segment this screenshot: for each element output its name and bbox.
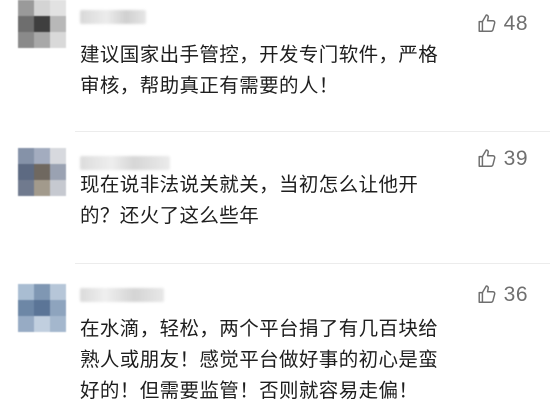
- like-count: 39: [503, 146, 528, 170]
- thumbs-up-icon: [476, 283, 498, 305]
- nickname-blurred[interactable]: [80, 10, 146, 24]
- like-button[interactable]: 39: [476, 144, 528, 172]
- avatar[interactable]: [18, 284, 66, 332]
- comment-item: 39 现在说非法说关就关，当初怎么让他开 的？还火了这么些年: [0, 132, 550, 262]
- comment-text: 在水滴，轻松，两个平台捐了有几百块给 熟人或朋友！感觉平台做好事的初心是蛮 好的…: [80, 313, 500, 406]
- like-button[interactable]: 36: [476, 280, 528, 308]
- comment-line: 现在说非法说关就关，当初怎么让他开: [80, 173, 419, 196]
- comment-line: 在水滴，轻松，两个平台捐了有几百块给: [80, 317, 439, 340]
- avatar[interactable]: [18, 148, 66, 196]
- comment-line: 审核，帮助真正有需要的人！: [80, 74, 339, 97]
- comment-line: 建议国家出手管控，开发专门软件，严格: [80, 43, 439, 66]
- like-count: 48: [503, 11, 528, 35]
- comment-text: 现在说非法说关就关，当初怎么让他开 的？还火了这么些年: [80, 169, 500, 231]
- comment-text: 建议国家出手管控，开发专门软件，严格 审核，帮助真正有需要的人！: [80, 39, 500, 101]
- comment-line: 熟人或朋友！感觉平台做好事的初心是蛮: [80, 348, 439, 371]
- avatar[interactable]: [18, 0, 66, 48]
- nickname-blurred[interactable]: [80, 288, 164, 302]
- like-button[interactable]: 48: [476, 9, 528, 37]
- comment-item: 36 在水滴，轻松，两个平台捐了有几百块给 熟人或朋友！感觉平台做好事的初心是蛮…: [0, 264, 550, 407]
- nickname-blurred[interactable]: [80, 156, 170, 170]
- comment-item: 48 建议国家出手管控，开发专门软件，严格 审核，帮助真正有需要的人！: [0, 0, 550, 130]
- thumbs-up-icon: [476, 12, 498, 34]
- comment-line: 好的！但需要监管！否则就容易走偏！: [80, 379, 419, 402]
- comment-line: 的？还火了这么些年: [80, 204, 260, 227]
- thumbs-up-icon: [476, 147, 498, 169]
- like-count: 36: [503, 282, 528, 306]
